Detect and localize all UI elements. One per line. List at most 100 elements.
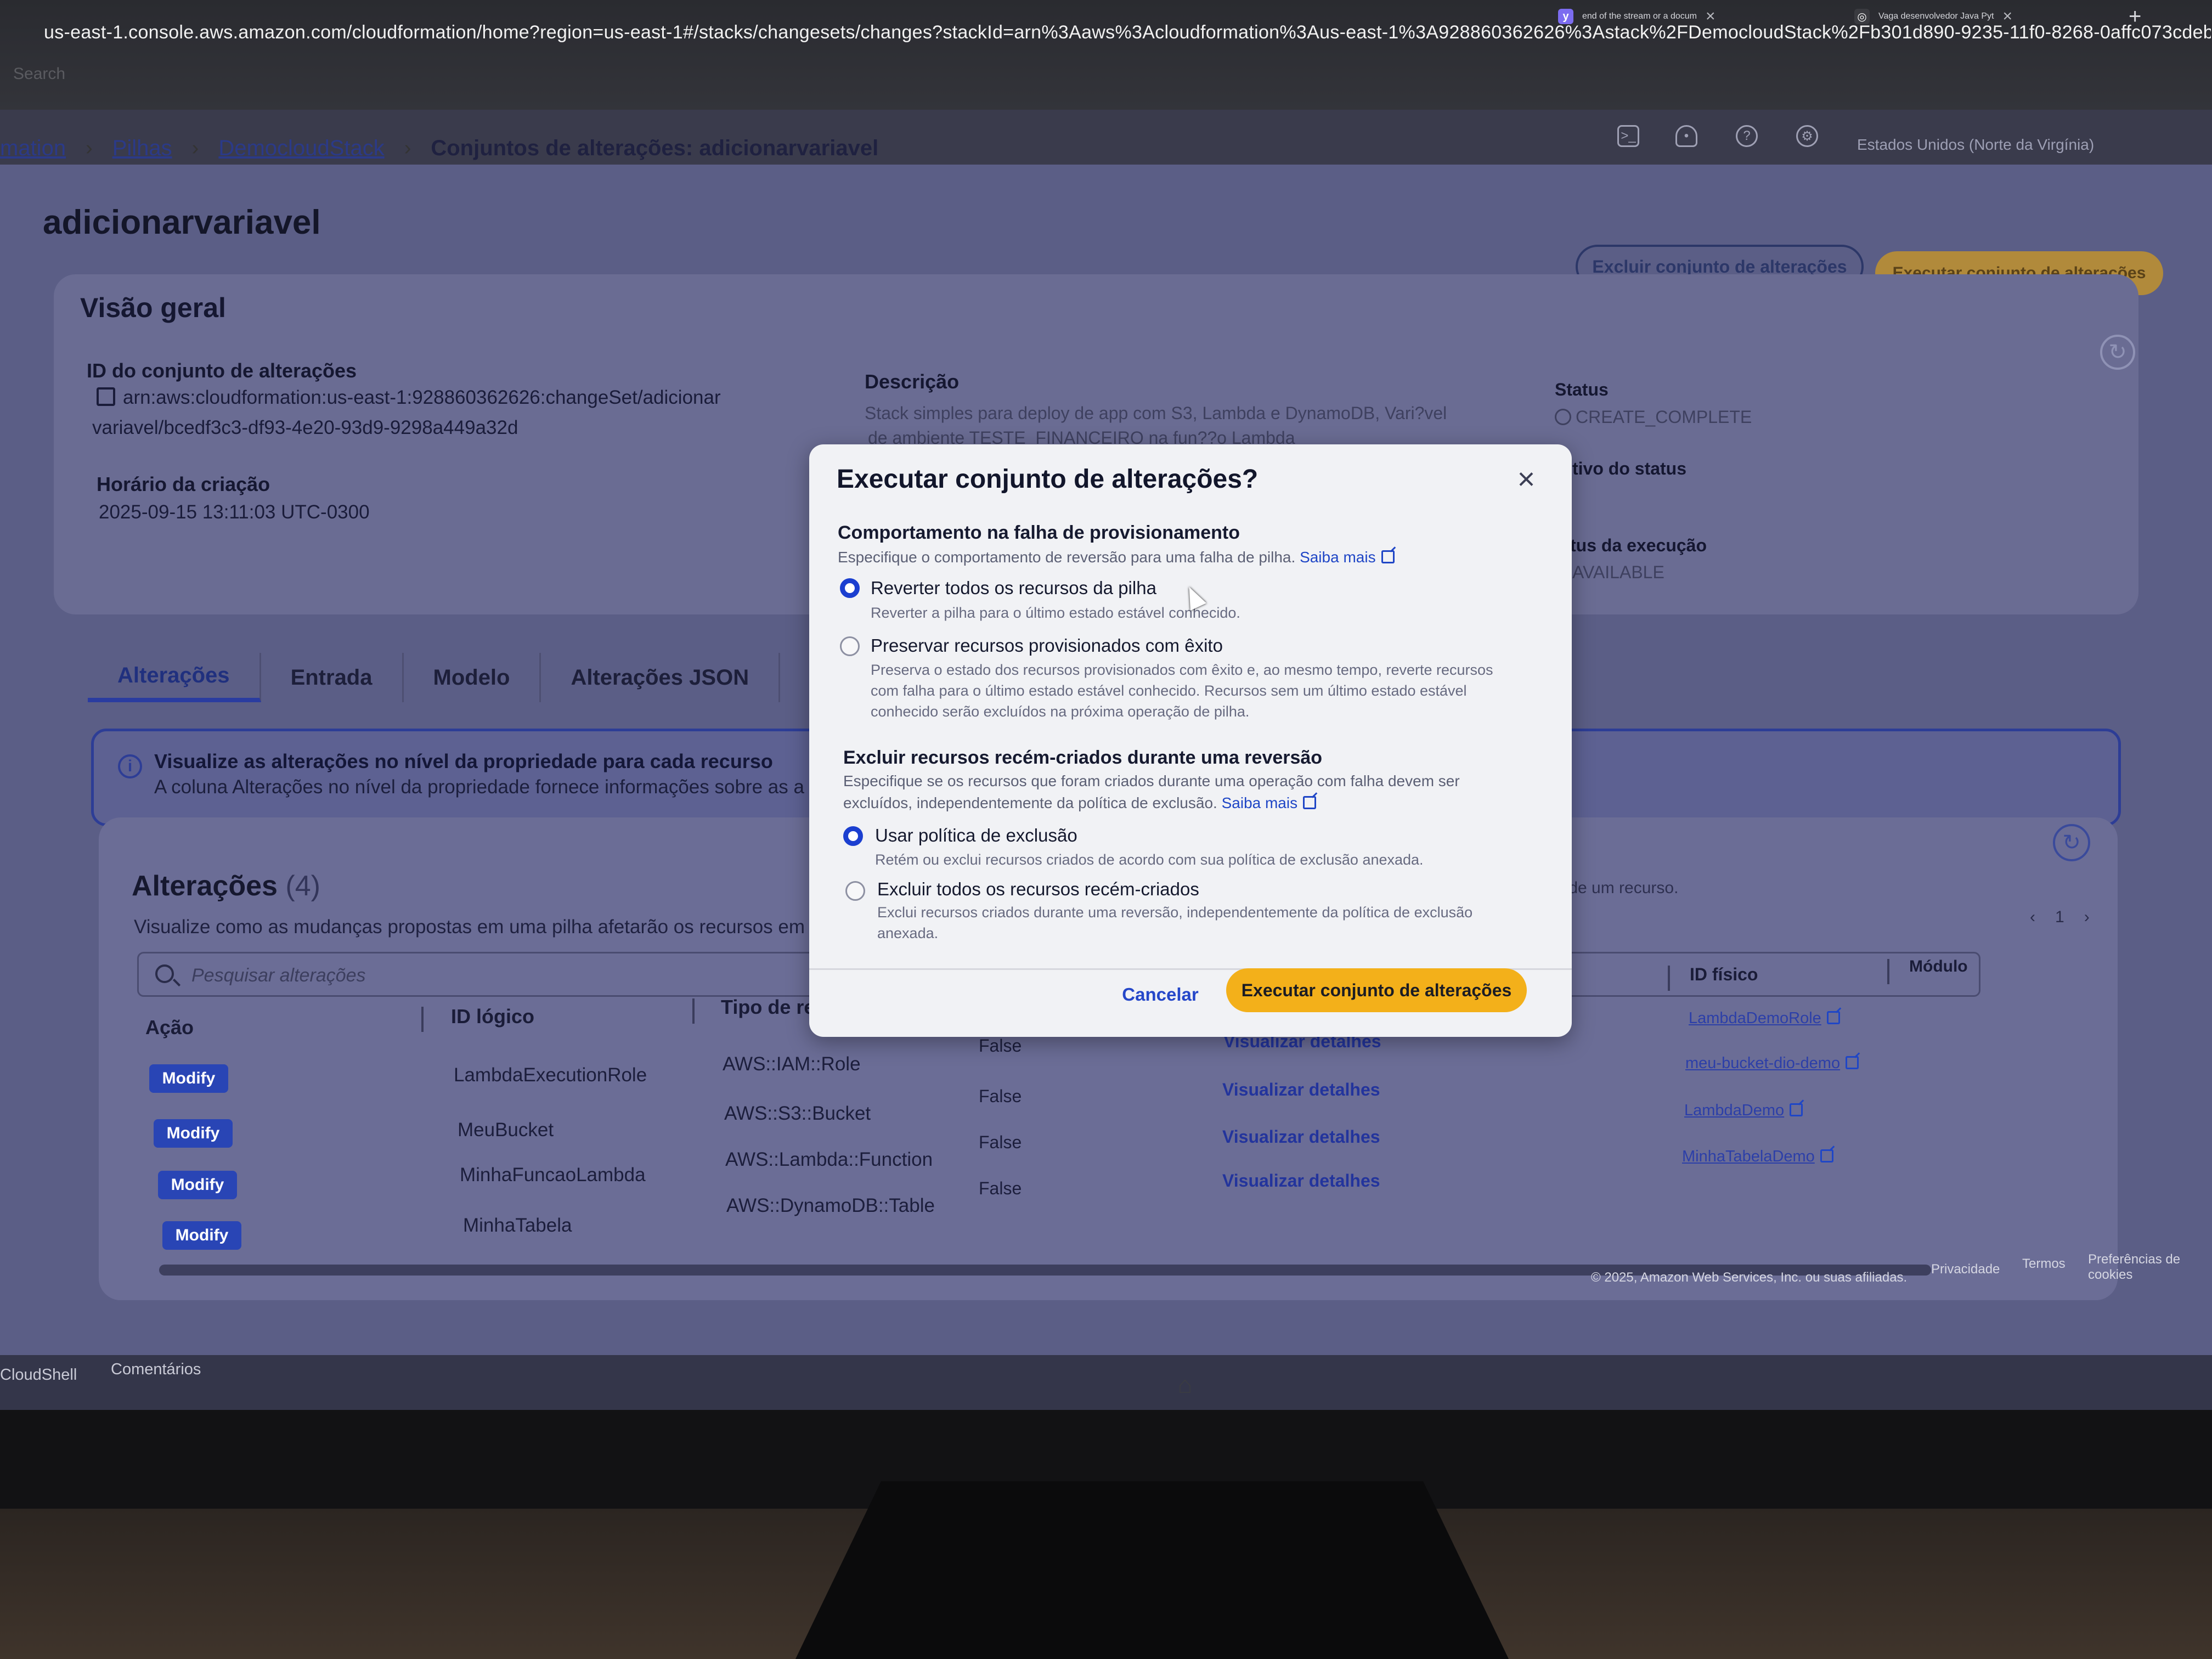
external-link-icon — [1303, 796, 1317, 809]
tab-title: end of the stream or a docum — [1582, 12, 1697, 21]
monitor-logo-icon: ⌂ — [1177, 1372, 1193, 1398]
delete-all-new-radio[interactable] — [845, 881, 865, 901]
feedback-link[interactable]: Comentários — [111, 1361, 201, 1379]
rollback-all-desc: Reverter a pilha para o último estado es… — [871, 605, 1240, 621]
aws-search-input[interactable]: Search — [13, 65, 65, 83]
description-value: Stack simples para deploy de app com S3,… — [865, 403, 1447, 423]
changes-title: Alterações (4) — [132, 870, 320, 902]
created-value: 2025-09-15 13:11:03 UTC-0300 — [99, 501, 370, 523]
info-title: Visualize as alterações no nível da prop… — [154, 750, 773, 772]
search-icon — [155, 964, 174, 983]
chevron-right-icon[interactable]: › — [2084, 908, 2090, 927]
preserve-resources-radio[interactable] — [840, 636, 860, 656]
use-deletion-policy-desc: Retém ou exclui recursos criados de acor… — [875, 851, 1424, 868]
logical-id: MeuBucket — [458, 1119, 554, 1141]
external-link-icon — [1790, 1103, 1803, 1116]
resource-type: AWS::IAM::Role — [723, 1053, 861, 1075]
chevron-left-icon[interactable]: ‹ — [2030, 908, 2035, 927]
table-row[interactable]: Modify MinhaFuncaoLambda AWS::Lambda::Fu… — [158, 1102, 2078, 1215]
region-selector[interactable]: Estados Unidos (Norte da Virgínia) — [1857, 136, 2094, 154]
terms-link[interactable]: Termos — [2022, 1256, 2066, 1272]
breadcrumb: mation › Pilhas › DemocloudStack › Conju… — [0, 136, 878, 161]
use-deletion-policy-radio[interactable] — [843, 826, 863, 846]
modal-title: Executar conjunto de alterações? — [837, 465, 1259, 494]
browser-address-bar: y end of the stream or a docum × ◎ Vaga … — [0, 0, 2212, 110]
execution-status-label: tus da execução — [1570, 535, 1707, 555]
physical-id-link[interactable]: meu-bucket-dio-demo — [1685, 1054, 1859, 1073]
monitor-stand — [795, 1481, 1509, 1659]
column-divider — [1668, 966, 1670, 991]
changes-count: (4) — [285, 870, 320, 902]
external-link-icon — [1826, 1011, 1840, 1024]
replacement: False — [979, 1086, 1022, 1106]
bell-icon[interactable]: • — [1675, 125, 1697, 147]
learn-more-link[interactable]: Saiba mais — [1300, 549, 1376, 566]
changeset-id-label: ID do conjunto de alterações — [87, 359, 357, 382]
learn-more-link[interactable]: Saiba mais — [1222, 794, 1298, 811]
column-header-action[interactable]: Ação — [145, 1016, 194, 1039]
view-details-link[interactable]: Visualizar detalhes — [1222, 1171, 1380, 1191]
preserve-resources-label[interactable]: Preservar recursos provisionados com êxi… — [871, 635, 1223, 656]
gear-icon[interactable]: ⚙ — [1796, 125, 1818, 147]
resource-type: AWS::DynamoDB::Table — [726, 1195, 935, 1216]
copy-icon[interactable] — [97, 387, 115, 406]
cloudshell-icon[interactable]: >_ — [1617, 125, 1639, 147]
status-label: Status — [1555, 380, 1609, 399]
view-details-link[interactable]: Visualizar detalhes — [1222, 1080, 1380, 1100]
rollback-all-label[interactable]: Reverter todos os recursos da pilha — [871, 578, 1156, 599]
provisioning-failure-desc: Especifique o comportamento de reversão … — [838, 546, 1395, 568]
physical-id-text: MinhaTabelaDemo — [1682, 1148, 1815, 1165]
external-link-icon — [1820, 1149, 1833, 1163]
execute-changeset-confirm-button[interactable]: Executar conjunto de alterações — [1226, 968, 1527, 1012]
chevron-right-icon: › — [191, 137, 199, 160]
url-field[interactable]: us-east-1.console.aws.amazon.com/cloudfo… — [44, 22, 2211, 43]
column-header-physical-id[interactable]: ID físico — [1690, 964, 1758, 985]
chevron-right-icon: › — [86, 137, 93, 160]
cancel-button[interactable]: Cancelar — [1105, 974, 1215, 1015]
breadcrumb-stacks[interactable]: Pilhas — [112, 136, 172, 161]
resource-type: AWS::Lambda::Function — [725, 1149, 933, 1170]
column-divider — [421, 1007, 424, 1032]
physical-id-link[interactable]: LambdaDemo — [1684, 1102, 1803, 1120]
action-badge: Modify — [158, 1171, 237, 1199]
changes-description-tail: s de um recurso. — [1556, 879, 1679, 897]
tab-input[interactable]: Entrada — [261, 653, 404, 702]
changes-search-input[interactable] — [191, 961, 850, 990]
column-header-module[interactable]: Módulo — [1909, 957, 1968, 976]
cookie-preferences-link[interactable]: Preferências de cookies — [2088, 1252, 2212, 1283]
breadcrumb-cloudformation[interactable]: mation — [0, 136, 66, 161]
refresh-icon[interactable]: ↻ — [2100, 335, 2135, 370]
privacy-link[interactable]: Privacidade — [1931, 1262, 2000, 1277]
breadcrumb-stack[interactable]: DemocloudStack — [218, 136, 384, 161]
changeset-id-value: arn:aws:cloudformation:us-east-1:9288603… — [97, 387, 721, 409]
preserve-resources-desc: Preserva o estado dos recursos provision… — [871, 662, 1493, 720]
table-row[interactable]: Modify MinhaTabela AWS::DynamoDB::Table … — [162, 1148, 2083, 1265]
close-icon[interactable]: × — [1513, 464, 1540, 494]
view-details-link[interactable]: Visualizar detalhes — [1222, 1127, 1380, 1147]
physical-id-text: meu-bucket-dio-demo — [1685, 1054, 1841, 1072]
replacement: False — [979, 1132, 1022, 1152]
physical-id-link[interactable]: LambdaDemoRole — [1689, 1009, 1840, 1028]
tab-changes[interactable]: Alterações — [88, 653, 261, 702]
delete-all-new-label[interactable]: Excluir todos os recursos recém-criados — [877, 879, 1199, 900]
refresh-icon[interactable]: ↻ — [2053, 824, 2090, 861]
page-number[interactable]: 1 — [2055, 908, 2064, 927]
pagination: ‹ 1 › — [2030, 908, 2090, 927]
logical-id: MinhaTabela — [463, 1215, 572, 1236]
tab-title: Vaga desenvolvedor Java Pyt — [1878, 12, 1994, 21]
description-label: Descrição — [865, 370, 960, 393]
changeset-id-line2: variavel/bcedf3c3-df93-4e20-93d9-9298a44… — [92, 417, 518, 438]
monitor-screen: y end of the stream or a docum × ◎ Vaga … — [0, 0, 2212, 1410]
rollback-all-radio[interactable] — [840, 578, 860, 598]
replacement: False — [979, 1178, 1022, 1198]
replacement: False — [979, 1036, 1022, 1056]
tab-json-changes[interactable]: Alterações JSON — [541, 653, 781, 702]
use-deletion-policy-label[interactable]: Usar política de exclusão — [875, 825, 1077, 846]
tab-template[interactable]: Modelo — [404, 653, 541, 702]
cloudshell-link[interactable]: CloudShell — [0, 1366, 77, 1384]
help-icon[interactable]: ? — [1736, 125, 1758, 147]
column-header-logical-id[interactable]: ID lógico — [451, 1005, 534, 1028]
section-description: Especifique o comportamento de reversão … — [838, 549, 1296, 566]
breadcrumb-current: Conjuntos de alterações: adicionarvariav… — [431, 136, 879, 160]
physical-id-link[interactable]: MinhaTabelaDemo — [1682, 1148, 1833, 1166]
